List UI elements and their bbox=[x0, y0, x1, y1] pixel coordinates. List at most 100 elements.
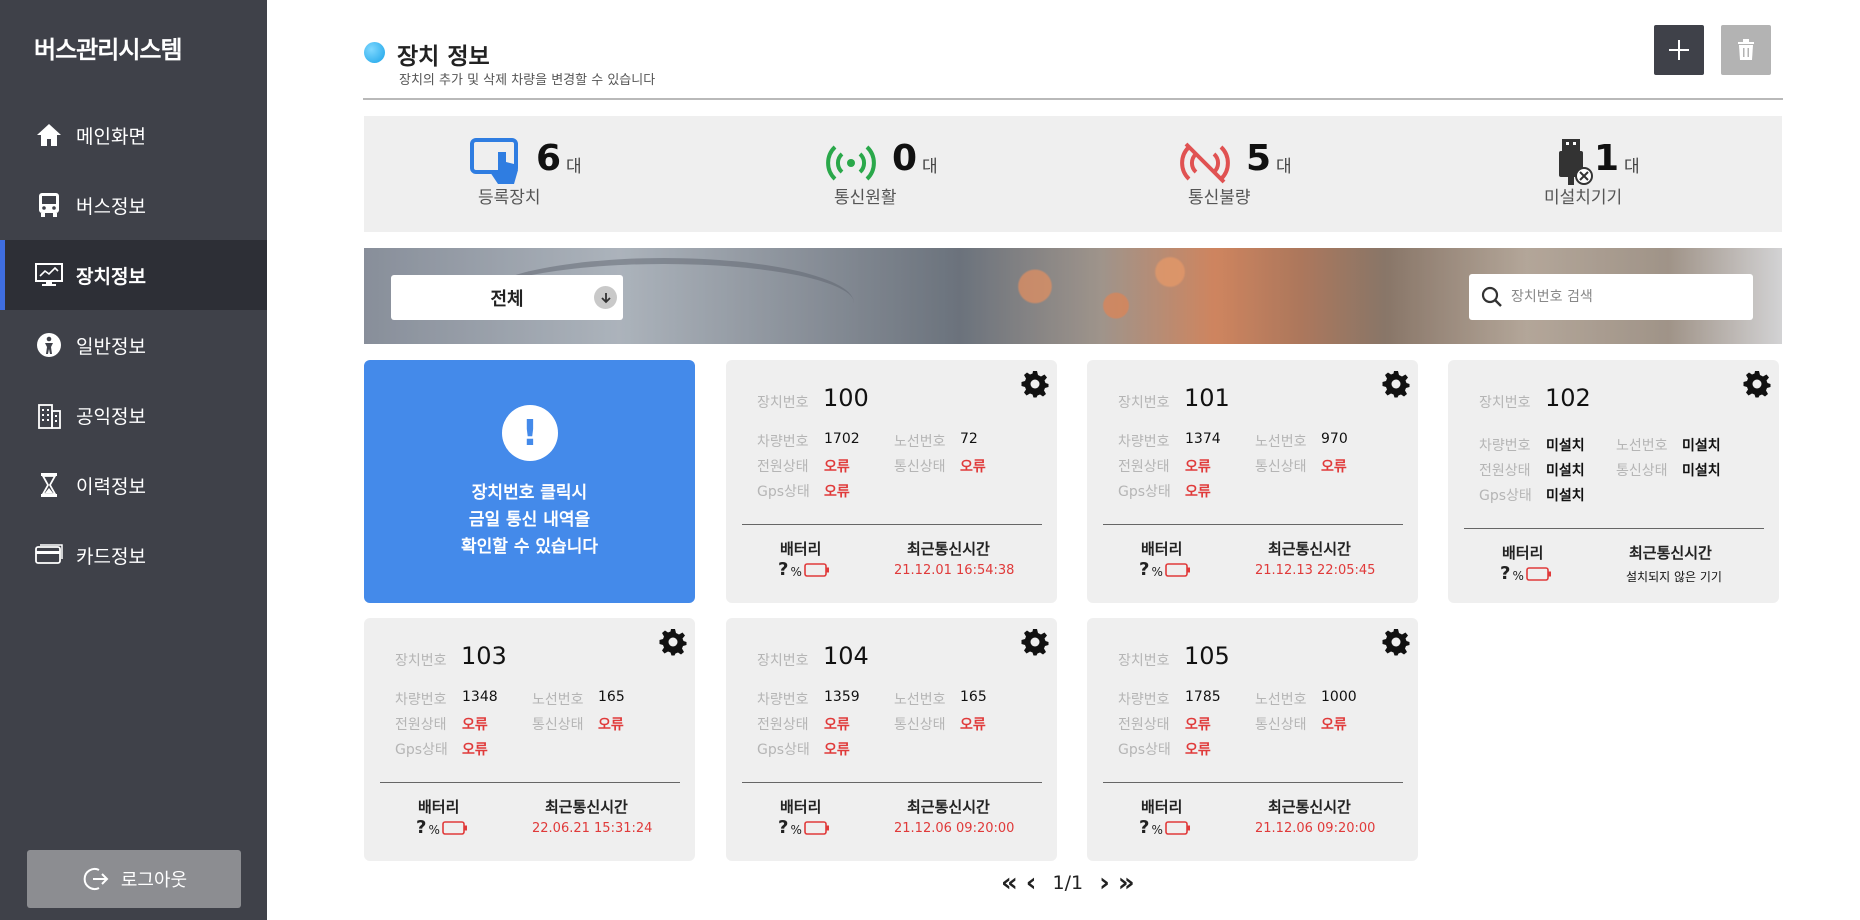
sidebar: 버스관리시스템 메인화면 버스정보 장치정보 일반정보 공익정보 이력정보 카드… bbox=[0, 0, 267, 920]
battery-percent: % bbox=[1151, 564, 1163, 579]
gear-icon[interactable] bbox=[1382, 370, 1410, 398]
gps-status-value: 오류 bbox=[824, 742, 850, 758]
gps-status-value: 오류 bbox=[1185, 742, 1211, 758]
device-search-input[interactable] bbox=[1511, 289, 1741, 305]
battery-icon bbox=[1526, 566, 1551, 581]
sidebar-item-device[interactable]: 장치정보 bbox=[0, 240, 267, 310]
gear-icon[interactable] bbox=[1021, 628, 1049, 656]
sidebar-item-general[interactable]: 일반정보 bbox=[0, 310, 267, 380]
sidebar-item-label: 장치정보 bbox=[76, 265, 146, 288]
battery-label: 배터리 bbox=[1141, 798, 1183, 816]
first-page-button[interactable]: « bbox=[1001, 870, 1018, 896]
vehicle-no-label: 차량번호 bbox=[1479, 438, 1531, 454]
last-comm-value: 21.12.06 09:20:00 bbox=[894, 821, 1015, 836]
sidebar-item-main[interactable]: 메인화면 bbox=[0, 100, 267, 170]
battery-value: ?% bbox=[778, 817, 830, 838]
logout-button[interactable]: 로그아웃 bbox=[27, 850, 241, 908]
delete-device-button[interactable] bbox=[1721, 25, 1771, 75]
device-no-label: 장치번호 bbox=[1479, 395, 1531, 411]
gps-status-label: Gps상태 bbox=[1118, 742, 1171, 758]
device-stats-panel: 6 대 등록장치 0 대 통신원활 5 대 통신불량 1 대 미설치기기 bbox=[364, 116, 1782, 232]
power-status-label: 전원상태 bbox=[1118, 459, 1170, 475]
last-page-button[interactable]: » bbox=[1118, 870, 1135, 896]
device-no-link[interactable]: 105 bbox=[1184, 642, 1230, 670]
sidebar-item-public[interactable]: 공익정보 bbox=[0, 380, 267, 450]
stat-uninstalled: 1 대 미설치기기 bbox=[1544, 116, 1844, 232]
last-comm-value: 21.12.13 22:05:45 bbox=[1255, 563, 1376, 578]
battery-unknown: ? bbox=[778, 559, 789, 580]
info-line: 확인할 수 있습니다 bbox=[461, 537, 598, 557]
vehicle-no-label: 차량번호 bbox=[395, 692, 447, 708]
stat-registered: 6 대 등록장치 bbox=[470, 116, 770, 232]
battery-percent: % bbox=[790, 822, 802, 837]
stat-comm-ok-value: 0 bbox=[892, 138, 918, 179]
gear-icon[interactable] bbox=[1743, 370, 1771, 398]
touch-screen-icon bbox=[470, 138, 522, 186]
page-indicator: 1/1 bbox=[1052, 872, 1084, 894]
route-no-value: 165 bbox=[598, 689, 625, 705]
home-icon bbox=[34, 120, 64, 150]
device-no-link[interactable]: 100 bbox=[823, 384, 869, 412]
vehicle-no-value: 1702 bbox=[824, 431, 860, 447]
comm-status-label: 통신상태 bbox=[894, 717, 946, 733]
device-no-link[interactable]: 103 bbox=[461, 642, 507, 670]
device-card: 장치번호 104 차량번호 1359 노선번호 165 전원상태 오류 통신상태 오류 … bbox=[726, 618, 1057, 861]
card-divider bbox=[1464, 528, 1764, 529]
bus-icon bbox=[34, 190, 64, 220]
prev-page-button[interactable]: ‹ bbox=[1026, 870, 1037, 896]
sidebar-item-bus[interactable]: 버스정보 bbox=[0, 170, 267, 240]
battery-unknown: ? bbox=[416, 817, 427, 838]
card-divider bbox=[380, 782, 680, 783]
sidebar-item-label: 카드정보 bbox=[76, 545, 146, 568]
add-device-button[interactable] bbox=[1654, 25, 1704, 75]
comm-status-value: 미설치 bbox=[1682, 463, 1721, 479]
status-filter-select[interactable]: 전체 bbox=[391, 275, 623, 320]
info-text: 장치번호 클릭시 금일 통신 내역을 확인할 수 있습니다 bbox=[364, 480, 695, 561]
stat-comm-ok-unit: 대 bbox=[922, 157, 938, 177]
device-no-link[interactable]: 102 bbox=[1545, 384, 1591, 412]
device-no-link[interactable]: 101 bbox=[1184, 384, 1230, 412]
device-card: 장치번호 102 차량번호 미설치 노선번호 미설치 전원상태 미설치 통신상태 미설치… bbox=[1448, 360, 1779, 603]
device-no-link[interactable]: 104 bbox=[823, 642, 869, 670]
sidebar-item-card[interactable]: 카드정보 bbox=[0, 520, 267, 590]
sidebar-item-label: 메인화면 bbox=[76, 125, 146, 148]
page-title: 장치 정보 bbox=[397, 44, 490, 70]
last-comm-label: 최근통신시간 bbox=[1268, 798, 1351, 816]
gps-status-label: Gps상태 bbox=[1118, 484, 1171, 500]
monitor-icon bbox=[34, 260, 64, 290]
info-card: ! 장치번호 클릭시 금일 통신 내역을 확인할 수 있습니다 bbox=[364, 360, 695, 603]
comm-status-label: 통신상태 bbox=[894, 459, 946, 475]
vehicle-no-label: 차량번호 bbox=[1118, 692, 1170, 708]
sidebar-item-history[interactable]: 이력정보 bbox=[0, 450, 267, 520]
power-status-value: 오류 bbox=[824, 717, 850, 733]
gear-icon[interactable] bbox=[1021, 370, 1049, 398]
gear-icon[interactable] bbox=[659, 628, 687, 656]
page-subtitle: 장치의 추가 및 삭제 차량을 변경할 수 있습니다 bbox=[399, 73, 656, 88]
battery-value: ?% bbox=[1139, 559, 1191, 580]
building-icon bbox=[34, 400, 64, 430]
route-no-label: 노선번호 bbox=[1255, 692, 1307, 708]
last-comm-label: 최근통신시간 bbox=[545, 798, 628, 816]
route-no-label: 노선번호 bbox=[894, 434, 946, 450]
last-comm-value: 설치되지 않은 기기 bbox=[1626, 570, 1722, 584]
comm-status-value: 오류 bbox=[960, 717, 986, 733]
last-comm-label: 최근통신시간 bbox=[907, 798, 990, 816]
power-status-label: 전원상태 bbox=[1118, 717, 1170, 733]
vehicle-no-value: 1359 bbox=[824, 689, 860, 705]
status-filter-value: 전체 bbox=[490, 288, 524, 310]
person-icon bbox=[34, 330, 64, 360]
gps-status-value: 오류 bbox=[1185, 484, 1211, 500]
sidebar-item-label: 이력정보 bbox=[76, 475, 146, 498]
gps-status-label: Gps상태 bbox=[757, 484, 810, 500]
route-no-label: 노선번호 bbox=[532, 692, 584, 708]
gear-icon[interactable] bbox=[1382, 628, 1410, 656]
card-divider bbox=[1103, 782, 1403, 783]
power-status-value: 미설치 bbox=[1546, 463, 1585, 479]
battery-icon bbox=[1165, 562, 1190, 577]
power-status-value: 오류 bbox=[462, 717, 488, 733]
next-page-button[interactable]: › bbox=[1099, 870, 1110, 896]
battery-percent: % bbox=[1512, 568, 1524, 583]
gps-status-label: Gps상태 bbox=[395, 742, 448, 758]
sidebar-item-label: 공익정보 bbox=[76, 405, 146, 428]
comm-status-value: 오류 bbox=[1321, 459, 1347, 475]
